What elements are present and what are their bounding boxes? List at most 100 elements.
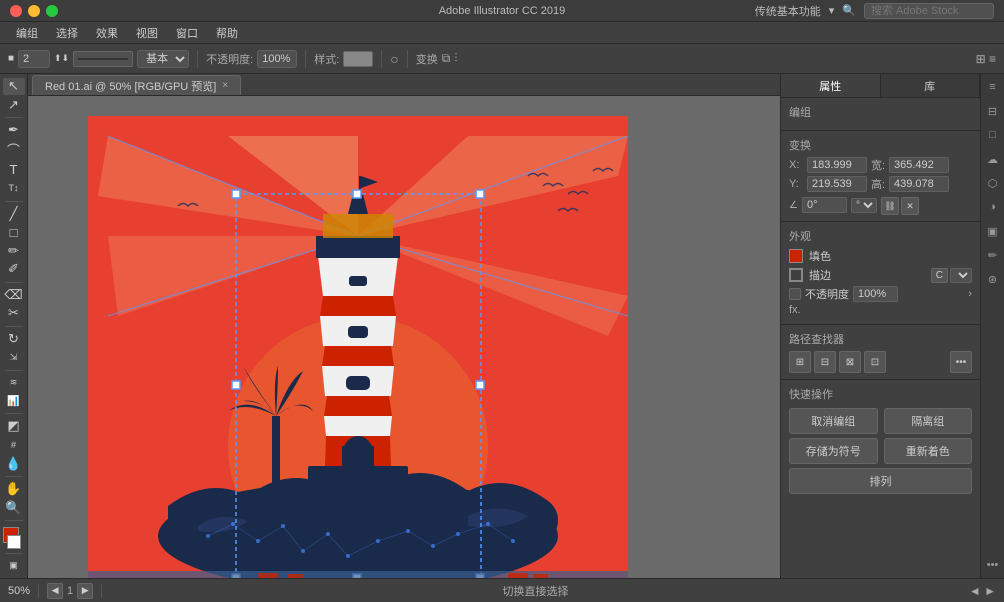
appearance-title: 外观 [789,228,972,244]
panel-tabs: 属性 库 [781,74,980,98]
tab-bar: Red 01.ai @ 50% [RGB/GPU 预览] × [28,74,780,96]
brushes-icon[interactable]: ✏ [984,246,1002,264]
more-panels-icon[interactable]: ••• [984,556,1002,574]
menu-item-select[interactable]: 选择 [48,23,86,43]
pencil-tool[interactable]: ✐ [3,261,25,278]
stroke-options-btn[interactable]: C [931,268,948,283]
style-preview[interactable] [343,51,373,67]
zoom-level[interactable]: 50% [8,585,30,597]
pf-more-btn[interactable]: ••• [950,351,972,373]
tab-close-button[interactable]: × [222,80,228,91]
eyedropper-tool[interactable]: 💧 [3,455,25,472]
menu-item-view[interactable]: 视图 [128,23,166,43]
gradient-tool[interactable]: ◩ [3,418,25,435]
selection-tool[interactable]: ↖ [3,78,25,95]
h-input[interactable] [889,176,949,192]
stroke-type-select[interactable]: 基本 [137,50,189,68]
qa-arrange-btn[interactable]: 排列 [789,468,972,494]
cc-libraries-icon[interactable]: ⬡ [984,174,1002,192]
warp-tool[interactable]: ≋ [3,374,25,391]
opacity-value-input[interactable] [853,286,898,302]
pf-btn-3[interactable]: ⊠ [839,351,861,373]
pf-btn-4[interactable]: ⊡ [864,351,886,373]
stroke-row: 描边 C [789,267,972,283]
hand-tool[interactable]: ✋ [3,481,25,498]
chevron-down-icon[interactable]: ▾ [829,4,835,17]
stroke-width-stepper[interactable]: ⬆⬇ [54,53,69,64]
curvature-tool[interactable]: ⌒ [3,140,25,159]
swatches-icon[interactable]: ▣ [984,222,1002,240]
next-page-btn[interactable]: ▶ [77,583,93,599]
edit-label: 编组 [789,104,972,120]
workspace-selector[interactable]: 传统基本功能 [755,3,821,19]
opacity-checkbox[interactable] [789,288,801,300]
artboards-icon[interactable]: □ [984,126,1002,144]
w-input[interactable] [889,157,949,173]
angle-unit-select[interactable]: ° [851,198,877,213]
touch-type-tool[interactable]: T↕ [3,180,25,197]
stroke-label: 描边 [809,267,831,283]
opacity-input[interactable] [257,50,297,68]
rect-tool[interactable]: □ [3,224,25,241]
canvas-area[interactable]: Red 01.ai @ 50% [RGB/GPU 预览] × [28,74,780,578]
window-controls[interactable] [10,5,58,17]
stroke-width-input[interactable] [18,50,50,68]
stroke-preview[interactable] [73,51,133,67]
transform-label[interactable]: 变换 [416,51,438,67]
menu-item-help[interactable]: 帮助 [208,23,246,43]
stock-search-input[interactable] [864,3,994,19]
fill-swatch[interactable] [789,249,803,263]
screen-mode-tool[interactable]: ▣ [3,557,25,574]
qa-cancel-group-btn[interactable]: 取消编组 [789,408,878,434]
prev-page-btn[interactable]: ◀ [47,583,63,599]
qa-recolor-btn[interactable]: 重新着色 [884,438,973,464]
rotate-tool[interactable]: ↻ [3,330,25,347]
menu-item-bianzu[interactable]: 编组 [8,23,46,43]
close-button[interactable] [10,5,22,17]
stroke-type-select2[interactable] [950,268,972,283]
scale-tool[interactable]: ⇲ [3,349,25,366]
graph-tool[interactable]: 📊 [3,393,25,410]
symbols-icon[interactable]: ⊛ [984,270,1002,288]
stroke-color[interactable] [7,535,21,549]
canvas-content[interactable] [28,96,780,578]
unlink-icon[interactable]: ✕ [901,197,919,215]
qa-isolate-btn[interactable]: 隔离组 [884,408,973,434]
angle-input[interactable] [802,197,847,213]
minimize-button[interactable] [28,5,40,17]
zoom-tool[interactable]: 🔍 [3,499,25,516]
pathfinder-buttons: ⊞ ⊟ ⊠ ⊡ ••• [789,351,972,373]
quick-action-row-1: 取消编组 隔离组 [789,408,972,434]
left-toolbar: ↖ ↗ ✒ ⌒ T T↕ ╱ □ ✏ ✐ ⌫ ✂ ↻ ⇲ ≋ 📊 ◩ # 💧 ✋… [0,74,28,578]
pf-btn-2[interactable]: ⊟ [814,351,836,373]
layers-panel-icon[interactable]: ⊟ [984,102,1002,120]
appearance-section: 外观 填色 描边 C 不透明度 › [781,222,980,325]
properties-panel-icon[interactable]: ≡ [984,78,1002,96]
libraries-icon[interactable]: ☁ [984,150,1002,168]
menu-item-window[interactable]: 窗口 [168,23,206,43]
paintbrush-tool[interactable]: ✏ [3,243,25,260]
opacity-expand-icon[interactable]: › [968,288,972,300]
eraser-tool[interactable]: ⌫ [3,286,25,303]
color-panel-icon[interactable]: ◑ [984,198,1002,216]
type-tool[interactable]: T [3,161,25,178]
x-input[interactable] [807,157,867,173]
link-icon[interactable]: ⛓ [881,197,899,215]
y-input[interactable] [807,176,867,192]
mesh-tool[interactable]: # [3,437,25,454]
pen-tool[interactable]: ✒ [3,122,25,139]
tab-properties[interactable]: 属性 [781,74,881,97]
maximize-button[interactable] [46,5,58,17]
color-boxes[interactable] [3,527,25,549]
stroke-swatch[interactable] [789,268,803,282]
document-tab[interactable]: Red 01.ai @ 50% [RGB/GPU 预览] × [32,75,241,95]
direct-select-tool[interactable]: ↗ [3,97,25,114]
stroke-controls: C [931,268,972,283]
qa-save-symbol-btn[interactable]: 存储为符号 [789,438,878,464]
tab-layers[interactable]: 库 [881,74,981,97]
pf-btn-1[interactable]: ⊞ [789,351,811,373]
line-tool[interactable]: ╱ [3,205,25,222]
nav-arrows[interactable]: ◄ ► [969,584,996,598]
scissors-tool[interactable]: ✂ [3,305,25,322]
menu-item-effect[interactable]: 效果 [88,23,126,43]
